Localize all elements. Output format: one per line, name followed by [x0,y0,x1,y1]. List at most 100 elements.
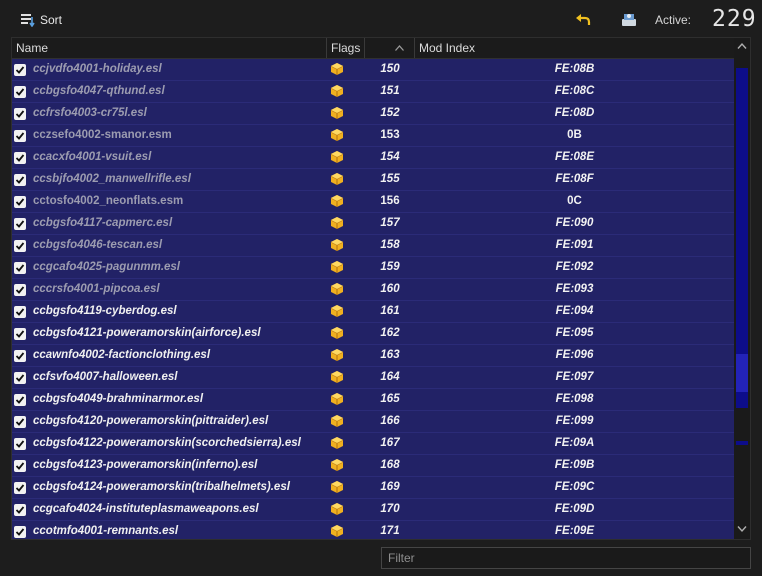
plugin-name: cccrsfo4001-pipcoa.esl [33,283,160,295]
plugin-checkbox[interactable] [14,130,26,142]
plugin-flag-icon [330,458,344,472]
active-label: Active: [655,13,692,27]
scroll-down-icon[interactable] [737,525,747,533]
filter-input[interactable] [381,547,751,569]
table-row[interactable]: ccbgsfo4124-poweramorskin(tribalhelmets)… [12,477,734,499]
table-row[interactable]: ccsbjfo4002_manwellrifle.esl 155 FE:08F [12,169,734,191]
table-row[interactable]: cczsefo4002-smanor.esm 153 0B [12,125,734,147]
sort-label: Sort [40,13,63,27]
plugin-priority: 166 [380,415,400,427]
column-header-mod-index[interactable]: Mod Index [415,38,734,58]
plugin-flag-icon [330,392,344,406]
plugin-flag-icon [330,216,344,230]
plugin-name: cczsefo4002-smanor.esm [33,129,172,141]
plugin-checkbox[interactable] [14,262,26,274]
table-row[interactable]: ccfrsfo4003-cr75l.esl 152 FE:08D [12,103,734,125]
table-row[interactable]: ccbgsfo4047-qthund.esl 151 FE:08C [12,81,734,103]
list-header: Name Flags Mod Index [12,38,734,59]
plugin-checkbox[interactable] [14,284,26,296]
plugin-checkbox[interactable] [14,438,26,450]
plugin-mod-index: FE:08B [554,63,595,75]
plugin-name: ccbgsfo4047-qthund.esl [33,85,165,97]
table-row[interactable]: ccgcafo4024-instituteplasmaweapons.esl 17… [12,499,734,521]
plugin-mod-index: FE:096 [555,349,594,361]
plugin-flag-icon [330,84,344,98]
scrollbar-thumb[interactable] [736,354,748,392]
table-row[interactable]: ccgcafo4025-pagunmm.esl 159 FE:092 [12,257,734,279]
plugin-checkbox[interactable] [14,504,26,516]
table-row[interactable]: ccfsvfo4007-halloween.esl 164 FE:097 [12,367,734,389]
plugin-priority: 162 [380,327,400,339]
plugin-flag-icon [330,194,344,208]
plugin-checkbox[interactable] [14,482,26,494]
table-row[interactable]: ccbgsfo4046-tescan.esl 158 FE:091 [12,235,734,257]
table-row[interactable]: ccbgsfo4121-poweramorskin(airforce).esl 1… [12,323,734,345]
column-header-priority[interactable] [365,38,415,58]
plugin-mod-index: FE:090 [555,217,594,229]
plugin-mod-index: FE:099 [555,415,594,427]
plugin-mod-index: FE:08C [554,85,595,97]
plugin-priority: 158 [380,239,400,251]
plugin-mod-index: FE:097 [555,371,594,383]
plugin-checkbox[interactable] [14,416,26,428]
plugin-flag-icon [330,62,344,76]
column-header-flags[interactable]: Flags [327,38,365,58]
plugin-checkbox[interactable] [14,372,26,384]
table-row[interactable]: cctosfo4002_neonflats.esm 156 0C [12,191,734,213]
plugin-checkbox[interactable] [14,394,26,406]
plugin-mod-index: FE:08E [555,151,594,163]
column-header-name[interactable]: Name [12,38,327,58]
plugin-checkbox[interactable] [14,350,26,362]
plugin-priority: 167 [380,437,400,449]
plugin-name: cctosfo4002_neonflats.esm [33,195,184,207]
plugin-name: ccsbjfo4002_manwellrifle.esl [33,173,191,185]
plugin-checkbox[interactable] [14,306,26,318]
table-row[interactable]: ccotmfo4001-remnants.esl 171 FE:09E [12,521,734,539]
plugin-priority: 152 [380,107,400,119]
undo-icon[interactable] [575,12,591,26]
scroll-up-icon[interactable] [737,42,747,50]
sort-button[interactable]: Sort [20,11,62,29]
plugin-checkbox[interactable] [14,196,26,208]
plugin-priority: 161 [380,305,400,317]
plugin-priority: 165 [380,393,400,405]
plugin-checkbox[interactable] [14,108,26,120]
table-row[interactable]: ccbgsfo4120-poweramorskin(pittraider).es… [12,411,734,433]
vertical-scrollbar[interactable] [734,38,750,539]
plugin-flag-icon [330,282,344,296]
plugin-checkbox[interactable] [14,152,26,164]
plugin-priority: 154 [380,151,400,163]
plugin-priority: 155 [380,173,400,185]
plugin-checkbox[interactable] [14,526,26,538]
plugin-mod-index: FE:08D [554,107,595,119]
plugin-priority: 169 [380,481,400,493]
plugin-mod-index: FE:09E [555,525,594,537]
plugin-mod-index: FE:095 [555,327,594,339]
plugin-checkbox[interactable] [14,218,26,230]
plugin-checkbox[interactable] [14,86,26,98]
plugin-priority: 151 [380,85,400,97]
table-row[interactable]: ccbgsfo4049-brahminarmor.esl 165 FE:098 [12,389,734,411]
plugin-name: ccawnfo4002-factionclothing.esl [33,349,211,361]
plugin-checkbox[interactable] [14,328,26,340]
plugin-mod-index: 0B [567,129,582,141]
plugin-checkbox[interactable] [14,240,26,252]
table-row[interactable]: ccacxfo4001-vsuit.esl 154 FE:08E [12,147,734,169]
plugin-mod-index: FE:093 [555,283,594,295]
table-row[interactable]: ccbgsfo4119-cyberdog.esl 161 FE:094 [12,301,734,323]
table-row[interactable]: ccbgsfo4122-poweramorskin(scorchedsierra… [12,433,734,455]
table-row[interactable]: ccbgsfo4123-poweramorskin(inferno).esl 16… [12,455,734,477]
plugin-flag-icon [330,436,344,450]
table-row[interactable]: ccjvdfo4001-holiday.esl 150 FE:08B [12,59,734,81]
plugin-checkbox[interactable] [14,460,26,472]
plugin-name: ccbgsfo4046-tescan.esl [33,239,163,251]
plugin-checkbox[interactable] [14,174,26,186]
plugin-list[interactable]: Name Flags Mod Index ccjvdfo4001-holiday… [11,37,751,540]
plugin-flag-icon [330,304,344,318]
plugin-flag-icon [330,172,344,186]
table-row[interactable]: ccawnfo4002-factionclothing.esl 163 FE:096 [12,345,734,367]
profile-icon[interactable] [621,11,637,27]
table-row[interactable]: ccbgsfo4117-capmerc.esl 157 FE:090 [12,213,734,235]
table-row[interactable]: cccrsfo4001-pipcoa.esl 160 FE:093 [12,279,734,301]
plugin-checkbox[interactable] [14,64,26,76]
